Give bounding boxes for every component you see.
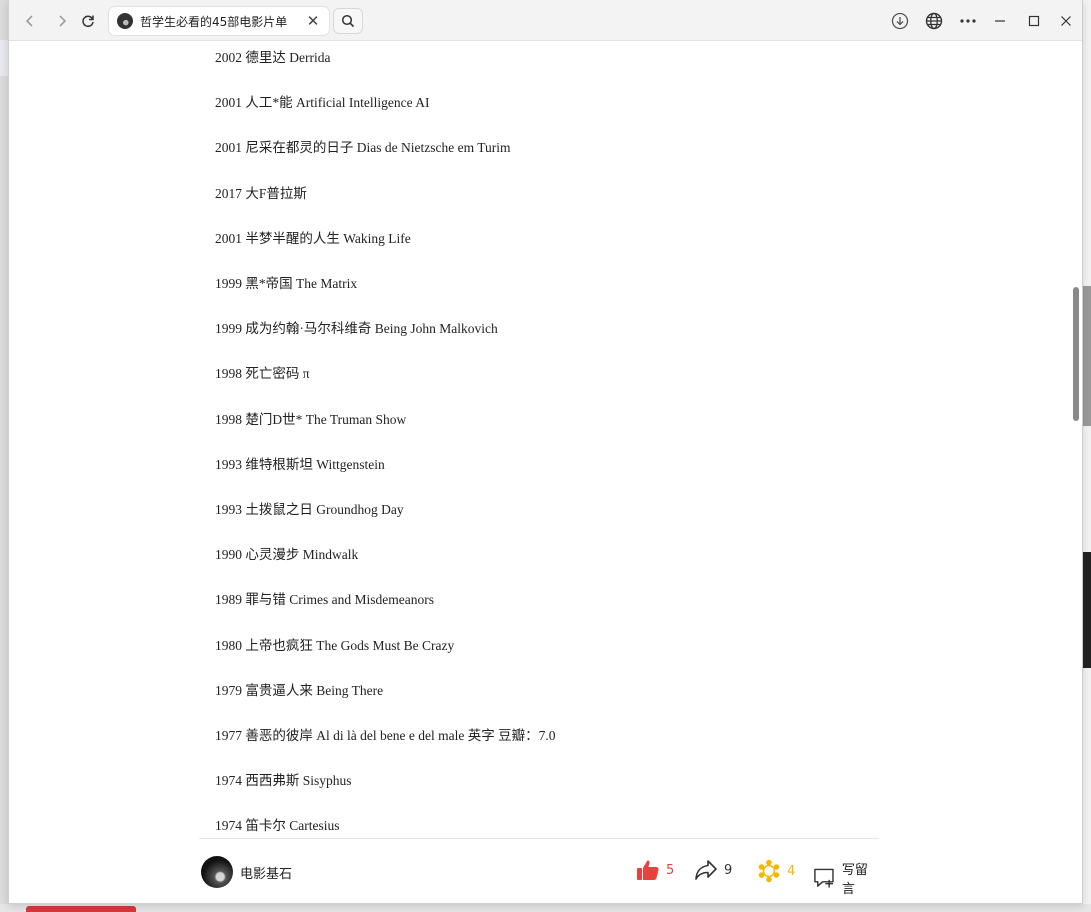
forward-arrow-icon xyxy=(59,15,67,27)
star-count: 4 xyxy=(787,863,796,879)
write-comment-button[interactable]: 写留言 xyxy=(813,859,879,897)
scrollbar-thumb[interactable] xyxy=(1073,287,1079,421)
site-favicon-icon xyxy=(117,13,133,29)
film-list-item: 1998 死亡密码 π xyxy=(215,366,310,381)
background-red-tab xyxy=(26,906,136,912)
film-list-item: 1999 成为约翰·马尔科维奇 Being John Malkovich xyxy=(215,321,498,336)
film-list-item: 1974 西西弗斯 Sisyphus xyxy=(215,773,352,788)
reload-button[interactable] xyxy=(75,8,101,34)
background-page-edge xyxy=(0,40,8,76)
search-icon xyxy=(341,14,355,28)
share-arrow-icon xyxy=(695,860,717,880)
article-window: 哲学生必看的45部电影片单 ✕ 2002 德里达 Derrida 2001 人工*… xyxy=(8,0,1083,904)
like-button[interactable]: 5 xyxy=(636,859,674,881)
film-list-item: 1979 富贵逼人来 Being There xyxy=(215,683,384,698)
film-list-item: 2001 尼采在都灵的日子 Dias de Nietzsche em Turim xyxy=(215,140,511,155)
comment-icon xyxy=(814,868,834,888)
download-icon xyxy=(891,12,909,30)
background-page-right xyxy=(1083,0,1091,912)
film-list-item: 1989 罪与错 Crimes and Misdemeanors xyxy=(215,592,434,607)
back-arrow-icon xyxy=(25,15,33,27)
active-tab[interactable]: 哲学生必看的45部电影片单 ✕ xyxy=(109,7,329,35)
background-image-fragment xyxy=(1083,286,1091,426)
film-list-item: 2017 大F普拉斯 xyxy=(215,186,307,201)
globe-icon xyxy=(925,12,943,30)
reload-icon xyxy=(82,15,94,28)
maximize-icon xyxy=(1028,15,1040,27)
search-button[interactable] xyxy=(333,8,363,34)
close-window-button[interactable] xyxy=(1053,8,1079,34)
film-list-item: 1998 楚门D世* The Truman Show xyxy=(215,412,407,427)
more-icon xyxy=(960,19,976,23)
film-list-item: 2002 德里达 Derrida xyxy=(215,50,331,65)
like-count: 5 xyxy=(666,862,675,878)
tab-close-button[interactable]: ✕ xyxy=(305,12,321,30)
translate-button[interactable] xyxy=(921,8,947,34)
minimize-icon xyxy=(995,20,1005,22)
comment-label: 写留言 xyxy=(841,863,868,897)
more-button[interactable] xyxy=(955,8,981,34)
title-bar: 哲学生必看的45部电影片单 ✕ xyxy=(9,0,1082,41)
film-list-item: 1977 善恶的彼岸 Al di là del bene e del male … xyxy=(215,728,556,743)
film-list-item: 1999 黑*帝国 The Matrix xyxy=(215,276,358,291)
forward-button[interactable] xyxy=(49,8,75,34)
author-avatar[interactable] xyxy=(201,856,233,888)
share-button[interactable]: 9 xyxy=(694,859,732,881)
download-button[interactable] xyxy=(887,8,913,34)
maximize-button[interactable] xyxy=(1021,8,1047,34)
film-list-item: 1993 土拨鼠之日 Groundhog Day xyxy=(215,502,404,517)
close-icon xyxy=(1061,16,1071,26)
thumbs-up-icon xyxy=(637,860,659,880)
film-list-item: 2001 半梦半醒的人生 Waking Life xyxy=(215,231,411,246)
film-list-item: 2001 人工*能 Artificial Intelligence AI xyxy=(215,95,430,110)
background-image-fragment xyxy=(1083,552,1091,668)
article-content[interactable]: 2002 德里达 Derrida 2001 人工*能 Artificial Int… xyxy=(9,41,1082,838)
star-button[interactable]: 4 xyxy=(757,859,795,883)
film-list-item: 1980 上帝也疯狂 The Gods Must Be Crazy xyxy=(215,638,455,653)
flower-star-icon xyxy=(758,859,780,883)
film-list-item: 1974 笛卡尔 Cartesius xyxy=(215,818,340,833)
back-button[interactable] xyxy=(17,8,43,34)
tab-title: 哲学生必看的45部电影片单 xyxy=(140,14,288,29)
article-footer: 电影基石 5 9 4 写留言 xyxy=(199,838,879,902)
film-list-item: 1993 维特根斯坦 Wittgenstein xyxy=(215,457,385,472)
author-name[interactable]: 电影基石 xyxy=(240,863,292,882)
minimize-button[interactable] xyxy=(987,8,1013,34)
scrollbar[interactable] xyxy=(1072,41,1080,838)
background-page-bottom xyxy=(0,904,1091,912)
share-count: 9 xyxy=(724,862,733,878)
film-list-item: 1990 心灵漫步 Mindwalk xyxy=(215,547,359,562)
